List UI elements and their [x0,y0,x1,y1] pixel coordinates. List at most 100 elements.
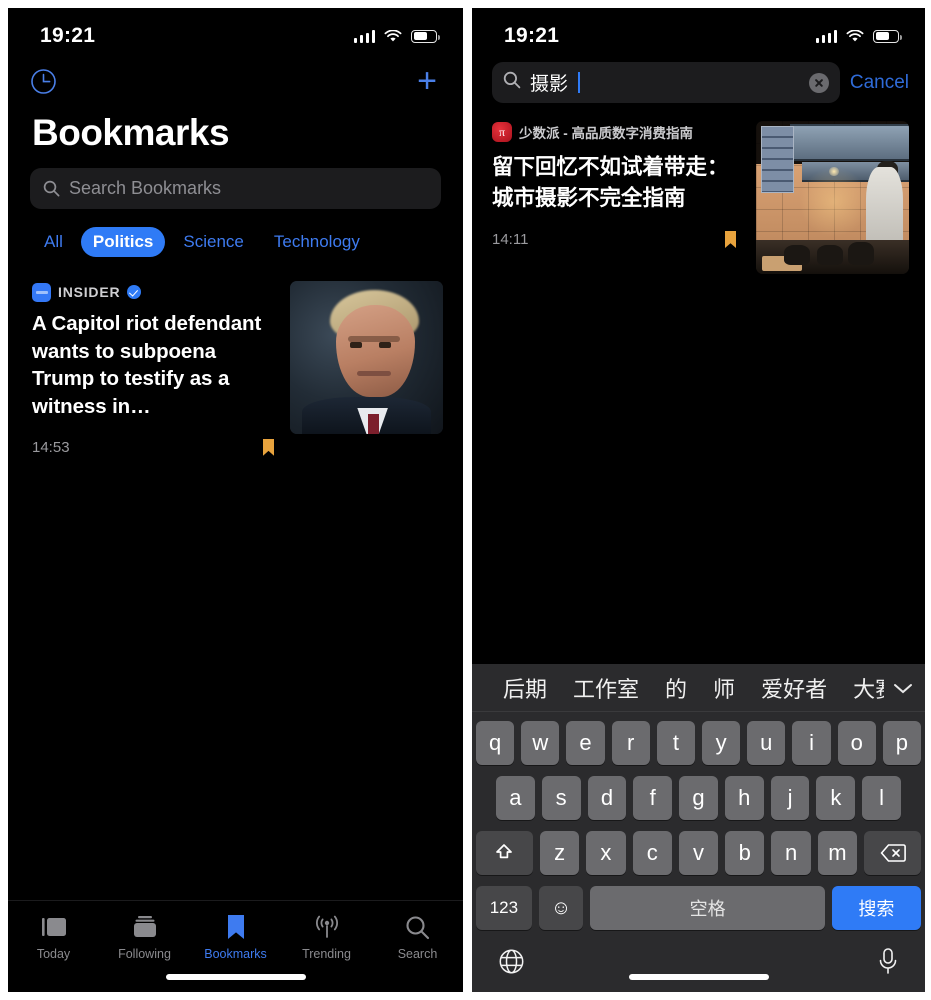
key-a[interactable]: a [495,776,535,820]
chip-science[interactable]: Science [171,227,255,257]
chip-technology[interactable]: Technology [262,227,372,257]
search-query-text: 摄影 [530,74,569,95]
tab-label-bookmarks: Bookmarks [204,947,267,961]
key-o[interactable]: o [837,721,876,765]
search-input[interactable]: 摄影 [492,62,840,103]
backspace-icon[interactable] [864,831,922,875]
broadcast-icon [313,913,341,941]
sspai-logo-icon: π [492,122,512,142]
key-c[interactable]: c [632,831,672,875]
left-nav-row: + [8,58,463,104]
chip-politics[interactable]: Politics [80,227,166,257]
search-icon [43,180,60,197]
keyboard-row-4: 123 ☺ 空格 搜索 [472,886,925,930]
right-phone-screen: 19:21 摄影 Cancel π 少数派 - 高品质数字消费指南 留下回忆不如… [472,8,925,992]
tab-bookmarks[interactable]: Bookmarks [190,913,281,961]
key-x[interactable]: x [586,831,626,875]
bookmark-flag-icon[interactable] [725,231,736,249]
tab-label-search: Search [397,947,438,961]
status-time: 19:21 [504,24,560,47]
result-time: 14:11 [492,231,529,249]
clear-circle-icon[interactable] [808,72,829,93]
key-b[interactable]: b [725,831,765,875]
page-title: Bookmarks [32,112,230,153]
clock-icon[interactable] [30,68,57,95]
key-space[interactable]: 空格 [590,886,825,930]
search-result-card[interactable]: π 少数派 - 高品质数字消费指南 留下回忆不如试着带走：城市摄影不完全指南 1… [472,103,925,274]
key-w[interactable]: w [521,721,560,765]
globe-icon[interactable] [498,948,525,975]
tab-search[interactable]: Search [372,913,463,961]
result-text-block: π 少数派 - 高品质数字消费指南 留下回忆不如试着带走：城市摄影不完全指南 1… [492,121,742,274]
tab-today[interactable]: Today [8,913,99,961]
shift-icon[interactable] [476,831,533,875]
key-u[interactable]: u [747,721,786,765]
key-numeric[interactable]: 123 [476,886,532,930]
article-source-row: INSIDER [32,281,280,303]
smiley-icon[interactable]: ☺ [538,886,584,930]
newspaper-icon [41,913,67,941]
search-bookmarks-input[interactable]: Search Bookmarks [30,168,441,209]
keyboard-row-1: q w e r t y u i o p [472,721,925,765]
result-source-row: π 少数派 - 高品质数字消费指南 [492,121,742,143]
key-y[interactable]: y [702,721,741,765]
bookmark-flag-icon[interactable] [263,438,274,456]
keyboard-footer [472,930,925,992]
microphone-icon[interactable] [877,947,899,975]
status-time: 19:21 [40,24,96,47]
onscreen-keyboard: 后期 工作室 的 师 爱好者 大赛 q w e r t y u i o [472,664,925,992]
stack-icon [132,913,158,941]
tab-following[interactable]: Following [99,913,190,961]
key-q[interactable]: q [475,721,515,765]
key-r[interactable]: r [611,721,650,765]
key-t[interactable]: t [656,721,695,765]
candidate-3[interactable]: 师 [700,672,748,704]
cellular-signal-icon [353,30,375,43]
cellular-signal-icon [815,30,837,43]
search-icon [503,71,521,94]
article-headline: A Capitol riot defendant wants to subpoe… [32,312,262,419]
candidate-2[interactable]: 的 [652,672,700,704]
candidate-5[interactable]: 大赛 [840,672,884,704]
key-i[interactable]: i [792,721,831,765]
battery-icon [411,29,440,43]
candidate-0[interactable]: 后期 [490,672,560,704]
key-k[interactable]: k [816,776,856,820]
key-m[interactable]: m [817,831,858,875]
tab-trending[interactable]: Trending [281,913,372,961]
key-z[interactable]: z [539,831,580,875]
keyboard-row-2: a s d f g h j k l [472,776,925,820]
candidate-1[interactable]: 工作室 [560,672,652,704]
key-f[interactable]: f [633,776,673,820]
screenshot-stage: 19:21 + Bookmarks Search Bookmarks All P… [0,0,931,1000]
tab-label-trending: Trending [302,947,351,961]
key-l[interactable]: l [862,776,902,820]
candidate-4[interactable]: 爱好者 [748,672,840,704]
search-row: 摄影 Cancel [472,58,925,103]
key-j[interactable]: j [770,776,810,820]
tab-label-following: Following [118,947,171,961]
plus-icon[interactable]: + [417,64,437,98]
result-headline: 留下回忆不如试着带走：城市摄影不完全指南 [492,155,729,210]
category-chip-row: All Politics Science Technology [8,209,463,273]
key-p[interactable]: p [882,721,922,765]
battery-icon [873,29,902,43]
home-indicator [165,974,306,980]
key-e[interactable]: e [566,721,605,765]
bookmark-icon [225,913,247,941]
key-search-go[interactable]: 搜索 [831,886,921,930]
key-v[interactable]: v [678,831,719,875]
key-g[interactable]: g [679,776,718,820]
cancel-button[interactable]: Cancel [850,72,909,94]
keyboard-row-3: z x c v b n m [472,831,925,875]
tab-label-today: Today [36,947,71,961]
wifi-icon [846,29,864,43]
key-h[interactable]: h [724,776,764,820]
chip-all[interactable]: All [32,227,75,257]
key-n[interactable]: n [771,831,811,875]
search-placeholder: Search Bookmarks [69,178,222,198]
article-card[interactable]: INSIDER A Capitol riot defendant wants t… [8,273,463,456]
key-d[interactable]: d [587,776,627,820]
chevron-down-icon[interactable] [885,680,915,696]
key-s[interactable]: s [541,776,581,820]
